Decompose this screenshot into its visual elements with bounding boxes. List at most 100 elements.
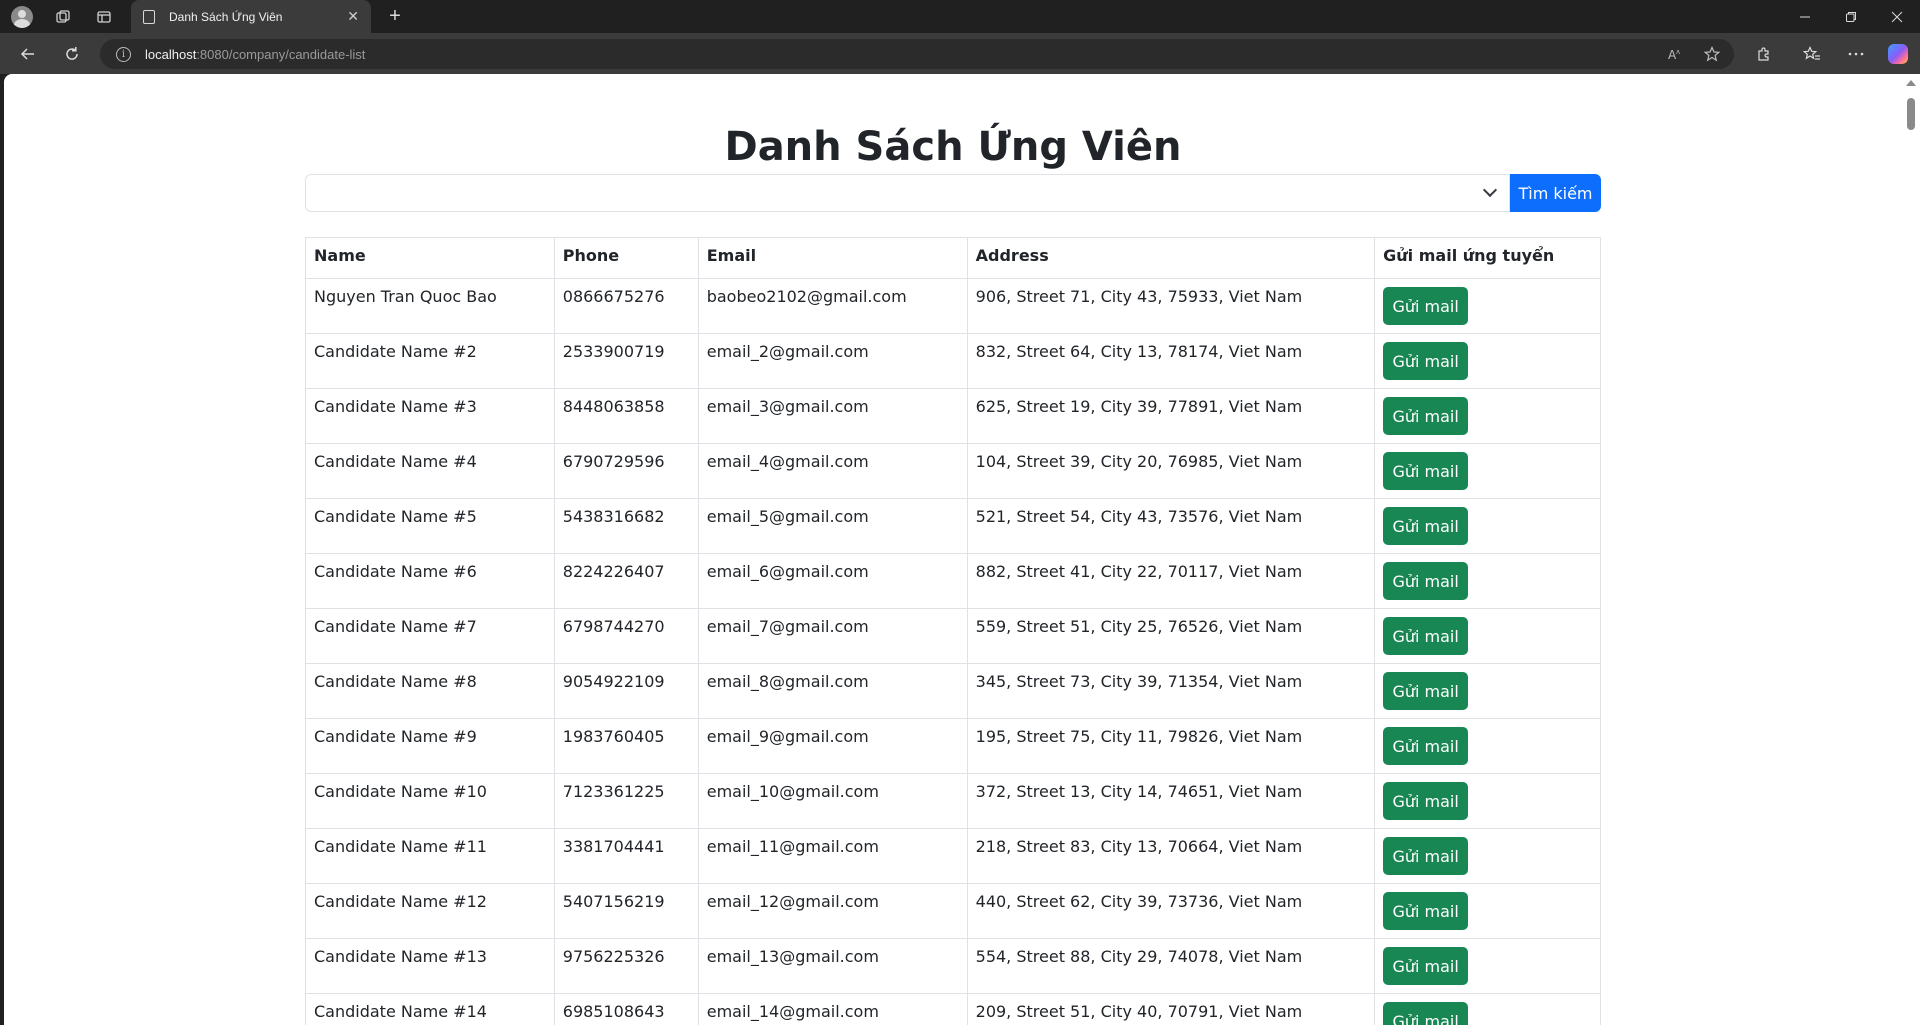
cell-email: email_6@gmail.com xyxy=(697,553,968,609)
cell-action: Gửi mail xyxy=(1374,443,1601,499)
page-scrollbar[interactable] xyxy=(1902,74,1920,1025)
send-mail-button[interactable]: Gửi mail xyxy=(1383,782,1469,820)
cell-email: baobeo2102@gmail.com xyxy=(697,278,968,334)
table-row: Candidate Name #13 9756225326 email_13@g… xyxy=(305,938,1601,994)
cell-phone: 5407156219 xyxy=(553,883,699,939)
new-tab-button[interactable]: + xyxy=(380,0,410,33)
extensions-icon[interactable] xyxy=(1742,33,1786,74)
cell-name: Candidate Name #6 xyxy=(305,553,555,609)
search-button[interactable]: Tìm kiếm xyxy=(1510,174,1601,212)
candidate-table: Name Phone Email Address Gửi mail ứng tu… xyxy=(305,237,1601,1025)
search-row: Tìm kiếm xyxy=(305,174,1601,212)
cell-email: email_11@gmail.com xyxy=(697,828,968,884)
read-aloud-icon[interactable]: Aʌ xyxy=(1658,39,1694,69)
browser-tab-bar: Danh Sách Ứng Viên ✕ + xyxy=(0,0,1920,33)
header-send-mail: Gửi mail ứng tuyển xyxy=(1374,237,1601,279)
collections-icon[interactable] xyxy=(45,0,81,33)
cell-phone: 2533900719 xyxy=(553,333,699,389)
cell-name: Candidate Name #14 xyxy=(305,993,555,1025)
send-mail-button[interactable]: Gửi mail xyxy=(1383,617,1469,655)
cell-name: Candidate Name #11 xyxy=(305,828,555,884)
browser-tab-active[interactable]: Danh Sách Ứng Viên ✕ xyxy=(131,0,371,33)
scroll-thumb[interactable] xyxy=(1907,98,1915,130)
send-mail-button[interactable]: Gửi mail xyxy=(1383,287,1469,325)
table-row: Nguyen Tran Quoc Bao 0866675276 baobeo21… xyxy=(305,278,1601,334)
cell-action: Gửi mail xyxy=(1374,498,1601,554)
cell-email: email_7@gmail.com xyxy=(697,608,968,664)
table-row: Candidate Name #7 6798744270 email_7@gma… xyxy=(305,608,1601,664)
cell-name: Candidate Name #12 xyxy=(305,883,555,939)
cell-email: email_5@gmail.com xyxy=(697,498,968,554)
cell-phone: 3381704441 xyxy=(553,828,699,884)
send-mail-button[interactable]: Gửi mail xyxy=(1383,947,1469,985)
favorite-star-icon[interactable] xyxy=(1694,39,1730,69)
send-mail-button[interactable]: Gửi mail xyxy=(1383,727,1469,765)
url-path: :8080/company/candidate-list xyxy=(196,46,366,62)
svg-text:ʌ: ʌ xyxy=(1676,48,1680,56)
favorites-icon[interactable] xyxy=(1790,33,1834,74)
tab-actions-icon[interactable] xyxy=(86,0,122,33)
header-email: Email xyxy=(697,237,968,279)
cell-address: 372, Street 13, City 14, 74651, Viet Nam xyxy=(966,773,1376,829)
send-mail-button[interactable]: Gửi mail xyxy=(1383,562,1469,600)
send-mail-button[interactable]: Gửi mail xyxy=(1383,672,1469,710)
cell-email: email_14@gmail.com xyxy=(697,993,968,1025)
back-icon[interactable] xyxy=(8,33,48,74)
site-info-icon[interactable]: i xyxy=(116,46,131,62)
send-mail-button[interactable]: Gửi mail xyxy=(1383,837,1469,875)
table-row: Candidate Name #12 5407156219 email_12@g… xyxy=(305,883,1601,939)
table-row: Candidate Name #3 8448063858 email_3@gma… xyxy=(305,388,1601,444)
cell-action: Gửi mail xyxy=(1374,883,1601,939)
cell-address: 554, Street 88, City 29, 74078, Viet Nam xyxy=(966,938,1376,994)
cell-phone: 1983760405 xyxy=(553,718,699,774)
close-tab-icon[interactable]: ✕ xyxy=(347,8,359,25)
cell-email: email_10@gmail.com xyxy=(697,773,968,829)
cell-address: 440, Street 62, City 39, 73736, Viet Nam xyxy=(966,883,1376,939)
cell-action: Gửi mail xyxy=(1374,718,1601,774)
send-mail-button[interactable]: Gửi mail xyxy=(1383,507,1469,545)
table-row: Candidate Name #8 9054922109 email_8@gma… xyxy=(305,663,1601,719)
cell-phone: 6790729596 xyxy=(553,443,699,499)
url-host: localhost xyxy=(145,46,197,62)
send-mail-button[interactable]: Gửi mail xyxy=(1383,1002,1469,1025)
cell-action: Gửi mail xyxy=(1374,828,1601,884)
cell-phone: 8224226407 xyxy=(553,553,699,609)
table-body: Nguyen Tran Quoc Bao 0866675276 baobeo21… xyxy=(305,278,1601,1025)
cell-email: email_2@gmail.com xyxy=(697,333,968,389)
cell-name: Candidate Name #5 xyxy=(305,498,555,554)
cell-phone: 5438316682 xyxy=(553,498,699,554)
window-close-icon[interactable] xyxy=(1874,0,1920,33)
url-field[interactable]: i localhost:8080/company/candidate-list … xyxy=(100,39,1734,69)
cell-address: 625, Street 19, City 39, 77891, Viet Nam xyxy=(966,388,1376,444)
send-mail-button[interactable]: Gửi mail xyxy=(1383,892,1469,930)
candidate-filter-select[interactable] xyxy=(305,174,1510,212)
send-mail-button[interactable]: Gửi mail xyxy=(1383,452,1469,490)
send-mail-button[interactable]: Gửi mail xyxy=(1383,397,1469,435)
cell-name: Candidate Name #8 xyxy=(305,663,555,719)
cell-address: 345, Street 73, City 39, 71354, Viet Nam xyxy=(966,663,1376,719)
cell-action: Gửi mail xyxy=(1374,663,1601,719)
cell-phone: 6985108643 xyxy=(553,993,699,1025)
cell-address: 218, Street 83, City 13, 70664, Viet Nam xyxy=(966,828,1376,884)
tab-title: Danh Sách Ứng Viên xyxy=(169,9,283,24)
more-options-icon[interactable] xyxy=(1834,33,1878,74)
refresh-icon[interactable] xyxy=(52,33,92,74)
table-header-row: Name Phone Email Address Gửi mail ứng tu… xyxy=(305,237,1601,279)
cell-action: Gửi mail xyxy=(1374,278,1601,334)
cell-phone: 7123361225 xyxy=(553,773,699,829)
scroll-up-icon[interactable] xyxy=(1906,80,1916,86)
header-phone: Phone xyxy=(553,237,699,279)
copilot-icon[interactable] xyxy=(1876,33,1920,74)
restore-icon[interactable] xyxy=(1828,0,1874,33)
cell-action: Gửi mail xyxy=(1374,608,1601,664)
cell-phone: 8448063858 xyxy=(553,388,699,444)
header-address: Address xyxy=(966,237,1376,279)
minimize-icon[interactable] xyxy=(1782,0,1828,33)
cell-action: Gửi mail xyxy=(1374,993,1601,1025)
cell-address: 832, Street 64, City 13, 78174, Viet Nam xyxy=(966,333,1376,389)
send-mail-button[interactable]: Gửi mail xyxy=(1383,342,1469,380)
cell-name: Candidate Name #10 xyxy=(305,773,555,829)
table-row: Candidate Name #2 2533900719 email_2@gma… xyxy=(305,333,1601,389)
profile-icon[interactable] xyxy=(4,0,40,33)
cell-address: 906, Street 71, City 43, 75933, Viet Nam xyxy=(966,278,1376,334)
